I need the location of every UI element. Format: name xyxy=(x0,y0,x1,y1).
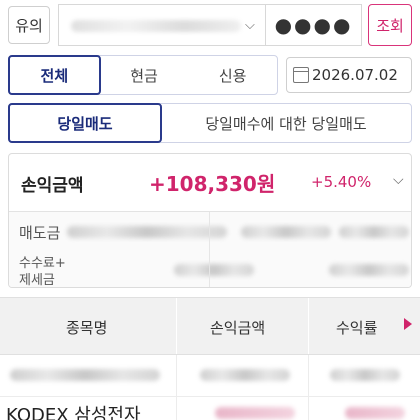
divider xyxy=(176,397,177,420)
account-bar: 유의 ⌵ ●●●● 조회 xyxy=(0,0,420,50)
divider xyxy=(176,355,177,396)
query-button[interactable]: 조회 xyxy=(368,4,412,46)
stock-name: KODEX 삼성전자 xyxy=(6,405,141,420)
redacted-value xyxy=(241,226,331,238)
date-value: 2026.07.02 xyxy=(312,66,398,84)
calendar-icon xyxy=(293,67,309,83)
col-return-rate: 수익률 xyxy=(336,319,378,337)
redacted-value xyxy=(339,226,409,238)
tab-same-day-sell[interactable]: 당일매도 xyxy=(8,103,162,143)
account-number-redacted xyxy=(71,20,241,32)
summary-detail: 매도금 수수료+ 제세금 xyxy=(9,212,411,288)
account-type-button[interactable]: 유의 xyxy=(8,6,50,44)
profit-summary: 손익금액 +108,330원 +5.40% ⌵ 매도금 수수료+ 제세금 xyxy=(8,153,412,288)
profit-row[interactable]: 손익금액 +108,330원 +5.40% ⌵ xyxy=(9,154,411,212)
col-profit-amount: 손익금액 xyxy=(210,319,266,337)
profit-amount: +108,330원 xyxy=(149,172,276,196)
account-select[interactable]: ⌵ xyxy=(58,4,266,46)
profit-label: 손익금액 xyxy=(21,176,84,196)
divider xyxy=(308,298,309,354)
redacted-value xyxy=(330,369,400,381)
redacted-value xyxy=(215,407,295,419)
divider xyxy=(176,298,177,354)
table-header: 종목명 손익금액 수익률 xyxy=(0,297,420,355)
tab-same-day-buy-sell[interactable]: 당일매수에 대한 당일매도 xyxy=(161,104,411,142)
redacted-value xyxy=(10,369,160,381)
tab-credit[interactable]: 신용 xyxy=(188,56,277,94)
table-row[interactable]: KODEX 삼성전자 xyxy=(0,397,420,420)
redacted-value xyxy=(329,264,409,276)
sell-type-tabs: 당일매도 당일매수에 대한 당일매도 xyxy=(8,103,412,143)
date-picker[interactable]: 2026.07.02 xyxy=(286,57,412,93)
account-type-tabs: 전체 현금 신용 xyxy=(8,55,278,95)
chevron-down-icon[interactable]: ⌵ xyxy=(393,172,404,188)
triangle-right-icon[interactable] xyxy=(404,318,412,330)
redacted-value xyxy=(174,264,254,276)
col-stock-name: 종목명 xyxy=(66,319,108,337)
divider xyxy=(209,212,210,287)
redacted-value xyxy=(200,369,290,381)
divider xyxy=(308,355,309,396)
password-field[interactable]: ●●●● xyxy=(266,4,362,46)
tab-cash[interactable]: 현금 xyxy=(100,56,189,94)
redacted-value xyxy=(345,407,405,419)
sell-amount-label: 매도금 xyxy=(19,224,61,242)
redacted-value xyxy=(67,226,227,238)
chevron-down-icon: ⌵ xyxy=(245,18,255,33)
table-row[interactable] xyxy=(0,355,420,397)
tax-label: 제세금 xyxy=(19,273,55,288)
tab-all[interactable]: 전체 xyxy=(8,55,101,95)
divider xyxy=(308,397,309,420)
profit-rate: +5.40% xyxy=(311,173,372,191)
